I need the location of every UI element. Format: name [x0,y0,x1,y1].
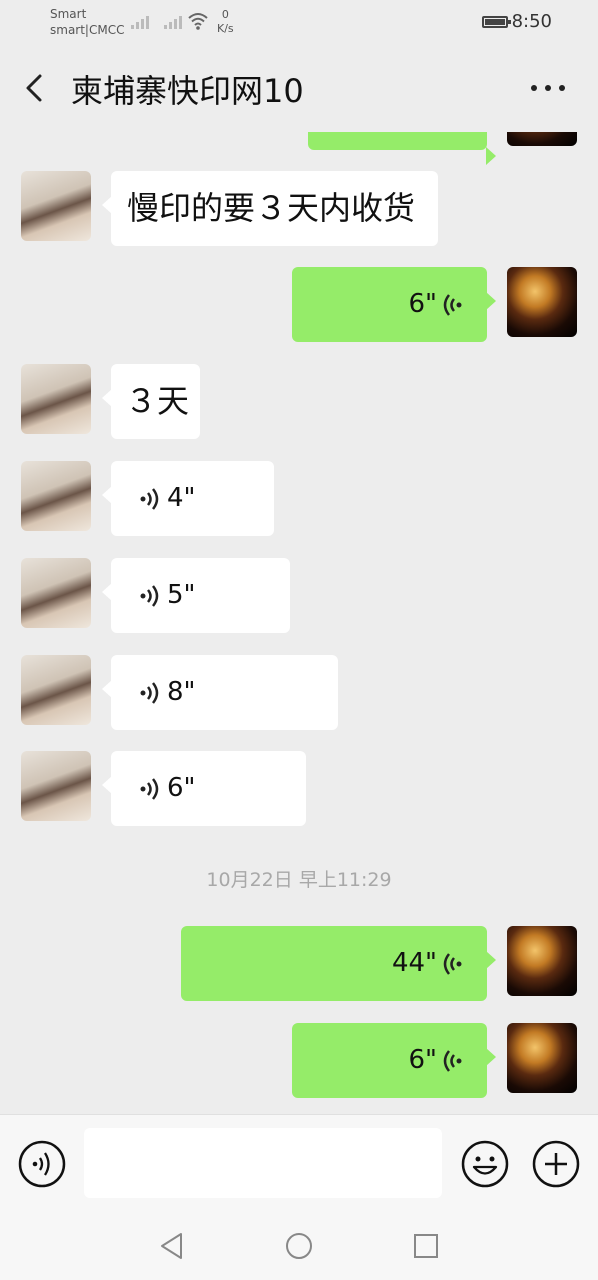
voice-duration: 4" [167,483,196,513]
message-list[interactable]: 慢印的要３天内收货 6" ３天 4" 5" 8" 6" 10月22日 早上11:… [0,132,598,1114]
voice-duration: 5" [167,580,196,610]
avatar[interactable] [507,132,577,146]
voice-wave-icon [140,585,159,607]
message-bubble-text[interactable]: ３天 [102,364,200,439]
square-recent-icon[interactable] [411,1231,441,1261]
message-text: 慢印的要３天内收货 [127,189,416,227]
voice-wave-icon [443,953,462,975]
input-bar [0,1114,598,1213]
signal-icon [131,16,149,29]
clock: 8:50 [511,11,552,32]
avatar[interactable] [507,267,577,337]
chevron-left-icon[interactable] [18,68,58,108]
avatar[interactable] [507,1023,577,1093]
network-speed: 0 K/s [217,8,234,36]
voice-message-bubble[interactable]: 5" [102,558,290,633]
message-input[interactable] [84,1128,442,1198]
avatar[interactable] [21,171,91,241]
triangle-back-icon[interactable] [157,1231,187,1261]
carrier-line1: Smart [50,7,87,21]
voice-message-bubble[interactable]: 6" [292,1023,496,1098]
voice-message-bubble[interactable]: 4" [102,461,274,536]
avatar[interactable] [21,655,91,725]
message-text: ３天 [125,382,190,420]
voice-message-bubble[interactable]: 6" [292,267,496,342]
voice-duration: 8" [167,677,196,707]
message-timestamp: 10月22日 早上11:29 [206,869,392,891]
status-bar: Smart smart|CMCC 0 K/s 8:50 [0,0,598,44]
emoji-icon[interactable] [461,1140,509,1188]
voice-duration: 6" [167,773,196,803]
carrier-label: Smart smart|CMCC [50,6,124,38]
circle-home-icon[interactable] [284,1231,314,1261]
previous-message-bubble[interactable] [308,132,496,165]
voice-wave-icon [140,488,159,510]
signal-roaming-icon [164,16,182,29]
voice-wave-icon [140,778,159,800]
voice-duration: 6" [408,1045,437,1075]
wifi-icon [188,13,208,30]
avatar[interactable] [21,364,91,434]
more-dots-icon[interactable] [528,78,568,98]
voice-wave-icon [443,1050,462,1072]
voice-wave-icon [140,682,159,704]
voice-message-bubble[interactable]: 6" [102,751,306,826]
voice-duration: 44" [391,948,437,978]
battery-icon [482,16,511,28]
plus-circle-icon[interactable] [532,1140,580,1188]
voice-message-bubble[interactable]: 44" [181,926,496,1001]
voice-duration: 6" [408,289,437,319]
voice-input-icon[interactable] [18,1140,66,1188]
chat-title: 柬埔寨快印网10 [71,72,304,110]
system-nav-bar [0,1212,598,1280]
chat-header: 柬埔寨快印网10 [0,44,598,132]
avatar[interactable] [21,461,91,531]
voice-wave-icon [443,294,462,316]
carrier-line2: smart|CMCC [50,23,125,37]
avatar[interactable] [507,926,577,996]
avatar[interactable] [21,751,91,821]
message-bubble-text[interactable]: 慢印的要３天内收货 [102,171,438,246]
speed-value: 0 [221,8,229,21]
avatar[interactable] [21,558,91,628]
speed-unit: K/s [217,22,234,35]
voice-message-bubble[interactable]: 8" [102,655,338,730]
